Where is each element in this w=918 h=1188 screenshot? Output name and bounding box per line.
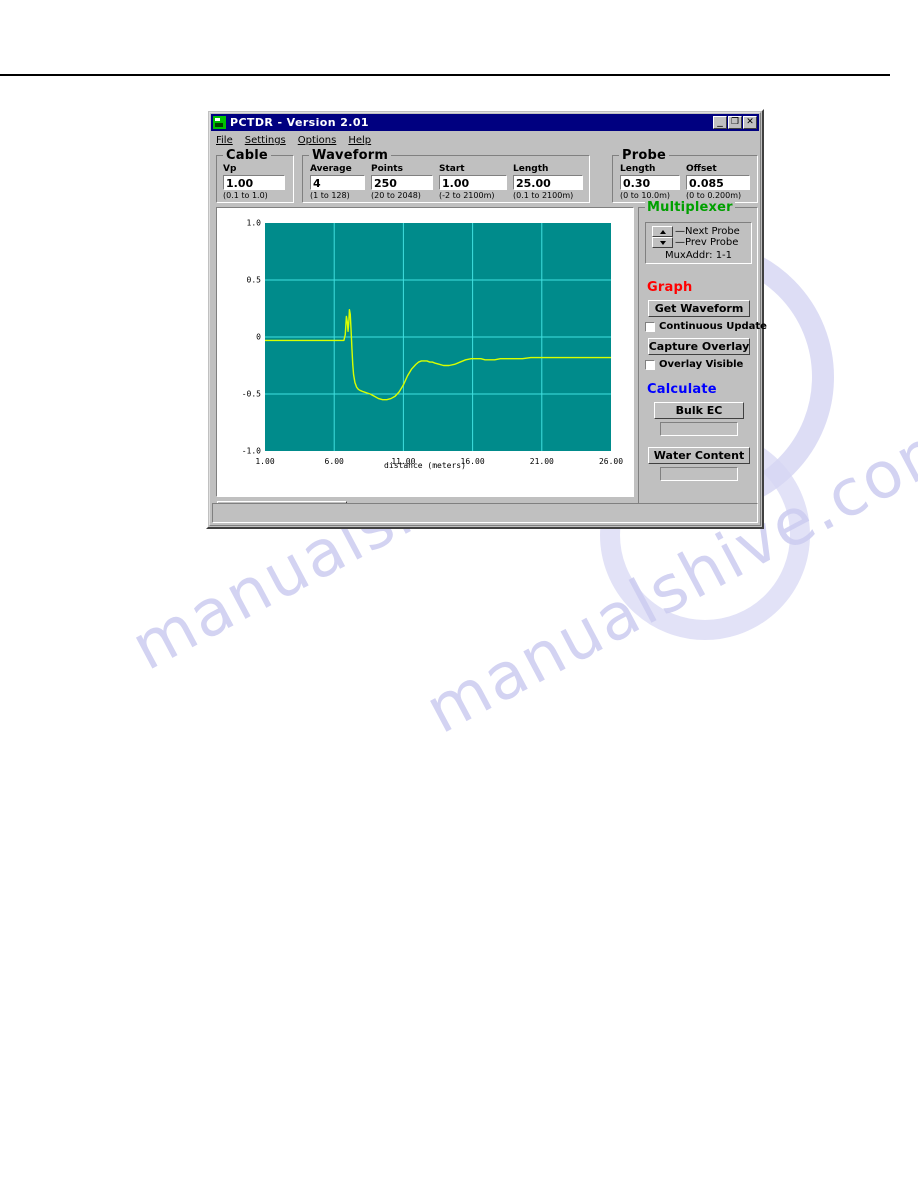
field-start-range: (-2 to 2100m) bbox=[439, 191, 495, 200]
prev-probe-down-button[interactable] bbox=[652, 237, 673, 248]
next-probe-up-button[interactable] bbox=[652, 226, 673, 237]
calculate-section-legend: Calculate bbox=[645, 382, 719, 397]
probe-offset-input[interactable]: 0.085 bbox=[686, 175, 750, 190]
overlay-visible-label: Overlay Visible bbox=[659, 359, 744, 370]
continuous-update-label: Continuous Update bbox=[659, 321, 767, 332]
field-points-range: (20 to 2048) bbox=[371, 191, 421, 200]
continuous-update-checkbox[interactable] bbox=[645, 321, 655, 332]
chart-y-tick-label: -0.5 bbox=[241, 389, 261, 399]
status-strip bbox=[212, 503, 758, 523]
probe-group: Probe Length 0.30 (0 to 10.0m) Offset 0.… bbox=[612, 148, 758, 203]
window-title: PCTDR - Version 2.01 bbox=[230, 116, 369, 129]
field-average-label: Average bbox=[310, 164, 352, 174]
overlay-visible-checkbox[interactable] bbox=[645, 359, 655, 370]
field-length-range: (0.1 to 2100m) bbox=[513, 191, 574, 200]
waveform-chart-panel: reflection coefficient (unitless) 1.00.5… bbox=[216, 207, 634, 497]
pctdr-app-icon bbox=[213, 116, 226, 129]
close-icon: ✕ bbox=[746, 117, 754, 127]
prev-probe-label: —Prev Probe bbox=[675, 237, 739, 248]
field-average-range: (1 to 128) bbox=[310, 191, 350, 200]
bulk-ec-readout bbox=[660, 422, 738, 436]
water-content-readout bbox=[660, 467, 738, 481]
menu-item-file[interactable]: File bbox=[216, 135, 233, 146]
field-length: Length 25.00 (0.1 to 2100m) bbox=[513, 164, 583, 200]
next-probe-label: —Next Probe bbox=[675, 226, 740, 237]
window-control-buttons: _ ❐ ✕ bbox=[713, 114, 757, 129]
chart-x-axis-label: distance (meters) bbox=[384, 461, 466, 470]
field-probe-length-range: (0 to 10.0m) bbox=[620, 191, 671, 200]
menu-bar: File Settings Options Help bbox=[211, 133, 759, 148]
chevron-up-icon bbox=[659, 229, 666, 234]
menu-item-settings-label: Settings bbox=[244, 135, 286, 146]
chart-y-tick-label: 0.5 bbox=[246, 275, 261, 285]
field-probe-offset-label: Offset bbox=[686, 164, 717, 174]
field-average: Average 4 (1 to 128) bbox=[310, 164, 365, 200]
average-input[interactable]: 4 bbox=[310, 175, 365, 190]
field-points-label: Points bbox=[371, 164, 403, 174]
window-titlebar[interactable]: PCTDR - Version 2.01 _ ❐ ✕ bbox=[211, 114, 759, 131]
field-vp-range: (0.1 to 1.0) bbox=[223, 191, 268, 200]
points-input[interactable]: 250 bbox=[371, 175, 433, 190]
maximize-button[interactable]: ❐ bbox=[728, 116, 742, 129]
field-start-label: Start bbox=[439, 164, 465, 174]
vp-input[interactable]: 1.00 bbox=[223, 175, 285, 190]
get-waveform-button[interactable]: Get Waveform bbox=[648, 300, 750, 317]
chart-x-tick-label: 21.00 bbox=[529, 457, 554, 466]
multiplexer-section-legend: Multiplexer bbox=[645, 200, 735, 215]
minimize-button[interactable]: _ bbox=[713, 114, 727, 129]
water-content-button[interactable]: Water Content bbox=[648, 447, 750, 464]
maximize-icon: ❐ bbox=[730, 117, 740, 127]
menu-item-options-label: Options bbox=[297, 135, 337, 146]
start-input[interactable]: 1.00 bbox=[439, 175, 507, 190]
field-probe-offset: Offset 0.085 (0 to 0.200m) bbox=[686, 164, 750, 200]
menu-item-settings[interactable]: Settings bbox=[245, 135, 286, 146]
mux-address-readout: MuxAddr: 1-1 bbox=[664, 250, 733, 261]
bulk-ec-button[interactable]: Bulk EC bbox=[654, 402, 744, 419]
graph-section-legend: Graph bbox=[645, 280, 695, 295]
page-header-rule bbox=[0, 74, 890, 76]
waveform-group-legend: Waveform bbox=[309, 148, 392, 163]
chart-plot-area[interactable] bbox=[265, 223, 611, 451]
continuous-update-row[interactable]: Continuous Update bbox=[645, 321, 767, 332]
waveform-group: Waveform Average 4 (1 to 128) Points 250… bbox=[302, 148, 590, 203]
field-probe-length: Length 0.30 (0 to 10.0m) bbox=[620, 164, 680, 200]
menu-item-help-label: Help bbox=[348, 135, 372, 146]
chart-y-tick-label: 0 bbox=[256, 332, 261, 342]
overlay-visible-row[interactable]: Overlay Visible bbox=[645, 359, 743, 370]
field-start: Start 1.00 (-2 to 2100m) bbox=[439, 164, 507, 200]
chart-x-tick-label: 1.00 bbox=[255, 457, 275, 466]
chart-y-tick-label: -1.0 bbox=[241, 446, 261, 456]
capture-overlay-button[interactable]: Capture Overlay bbox=[648, 338, 750, 355]
probe-spinner[interactable] bbox=[652, 226, 673, 248]
chevron-down-icon bbox=[659, 240, 666, 245]
chart-x-tick-label: 26.00 bbox=[598, 457, 624, 466]
right-control-column: Multiplexer —Next Probe —Prev Probe MuxA… bbox=[638, 200, 767, 517]
probe-group-legend: Probe bbox=[619, 148, 669, 163]
chart-y-tick-label: 1.0 bbox=[246, 218, 261, 228]
field-vp: Vp 1.00 (0.1 to 1.0) bbox=[223, 164, 287, 200]
cable-group: Cable Vp 1.00 (0.1 to 1.0) bbox=[216, 148, 294, 203]
field-probe-length-label: Length bbox=[620, 164, 656, 174]
cable-group-legend: Cable bbox=[223, 148, 271, 163]
chart-svg bbox=[265, 223, 611, 451]
pctdr-application-window: PCTDR - Version 2.01 _ ❐ ✕ File Settings… bbox=[206, 109, 767, 529]
menu-item-help[interactable]: Help bbox=[348, 135, 371, 146]
field-vp-label: Vp bbox=[223, 164, 237, 174]
field-length-label: Length bbox=[513, 164, 549, 174]
chart-x-tick-label: 6.00 bbox=[324, 457, 344, 466]
field-probe-offset-range: (0 to 0.200m) bbox=[686, 191, 742, 200]
menu-item-file-label: File bbox=[216, 135, 233, 146]
multiplexer-frame: —Next Probe —Prev Probe MuxAddr: 1-1 bbox=[645, 222, 752, 264]
waveform-length-input[interactable]: 25.00 bbox=[513, 175, 583, 190]
menu-item-options[interactable]: Options bbox=[298, 135, 337, 146]
field-points: Points 250 (20 to 2048) bbox=[371, 164, 433, 200]
minimize-icon: _ bbox=[717, 114, 723, 127]
close-button[interactable]: ✕ bbox=[743, 116, 757, 129]
probe-length-input[interactable]: 0.30 bbox=[620, 175, 680, 190]
